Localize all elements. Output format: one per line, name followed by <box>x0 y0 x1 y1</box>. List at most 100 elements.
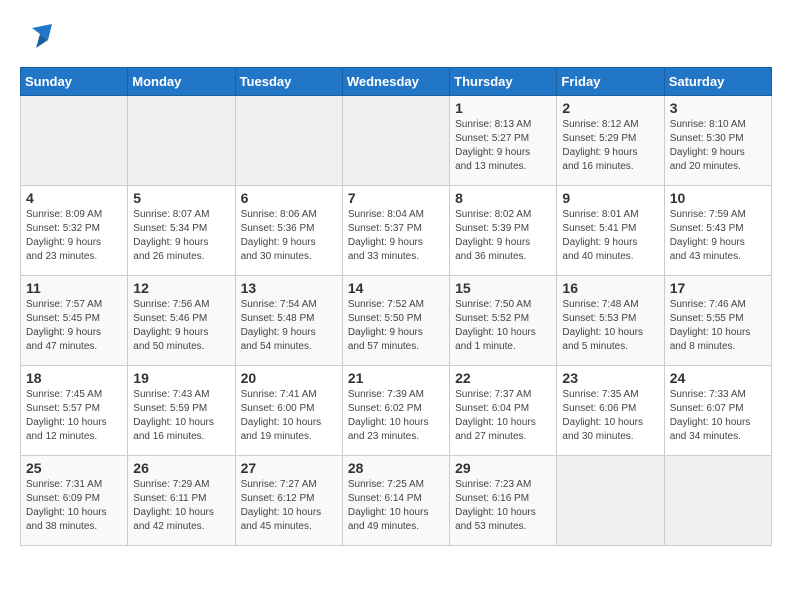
day-number: 2 <box>562 100 658 116</box>
day-info: Sunrise: 7:31 AM Sunset: 6:09 PM Dayligh… <box>26 478 122 534</box>
calendar-cell: 14Sunrise: 7:52 AM Sunset: 5:50 PM Dayli… <box>342 276 449 366</box>
day-number: 29 <box>455 460 551 476</box>
day-number: 13 <box>241 280 337 296</box>
day-number: 7 <box>348 190 444 206</box>
day-number: 20 <box>241 370 337 386</box>
day-number: 23 <box>562 370 658 386</box>
calendar-cell: 4 Sunrise: 8:09 AM Sunset: 5:32 PM Daylig… <box>21 186 128 276</box>
calendar-cell: 13Sunrise: 7:54 AM Sunset: 5:48 PM Dayli… <box>235 276 342 366</box>
day-info: Sunrise: 7:46 AM Sunset: 5:55 PM Dayligh… <box>670 298 766 354</box>
day-info: Sunrise: 8:01 AM Sunset: 5:41 PM Dayligh… <box>562 208 658 264</box>
day-number: 17 <box>670 280 766 296</box>
calendar-cell: 21 Sunrise: 7:39 AM Sunset: 6:02 PM Dayli… <box>342 366 449 456</box>
day-header-sunday: Sunday <box>21 68 128 96</box>
day-info: Sunrise: 7:29 AM Sunset: 6:11 PM Dayligh… <box>133 478 229 534</box>
day-header-thursday: Thursday <box>450 68 557 96</box>
calendar-cell: 11Sunrise: 7:57 AM Sunset: 5:45 PM Dayli… <box>21 276 128 366</box>
day-info: Sunrise: 7:41 AM Sunset: 6:00 PM Dayligh… <box>241 388 337 444</box>
day-number: 28 <box>348 460 444 476</box>
day-number: 22 <box>455 370 551 386</box>
calendar-cell: 29 Sunrise: 7:23 AM Sunset: 6:16 PM Dayli… <box>450 456 557 546</box>
calendar-cell: 10 Sunrise: 7:59 AM Sunset: 5:43 PM Dayli… <box>664 186 771 276</box>
day-info: Sunrise: 7:50 AM Sunset: 5:52 PM Dayligh… <box>455 298 551 354</box>
calendar-cell: 24 Sunrise: 7:33 AM Sunset: 6:07 PM Dayli… <box>664 366 771 456</box>
week-row-5: 25 Sunrise: 7:31 AM Sunset: 6:09 PM Dayli… <box>21 456 772 546</box>
day-number: 6 <box>241 190 337 206</box>
calendar-cell <box>21 96 128 186</box>
day-info: Sunrise: 7:59 AM Sunset: 5:43 PM Dayligh… <box>670 208 766 264</box>
day-header-tuesday: Tuesday <box>235 68 342 96</box>
day-number: 18 <box>26 370 122 386</box>
day-number: 12 <box>133 280 229 296</box>
day-info: Sunrise: 7:56 AM Sunset: 5:46 PM Dayligh… <box>133 298 229 354</box>
calendar-cell <box>235 96 342 186</box>
calendar-cell <box>664 456 771 546</box>
calendar-cell: 19Sunrise: 7:43 AM Sunset: 5:59 PM Dayli… <box>128 366 235 456</box>
day-header-wednesday: Wednesday <box>342 68 449 96</box>
calendar-cell: 26 Sunrise: 7:29 AM Sunset: 6:11 PM Dayli… <box>128 456 235 546</box>
calendar-cell <box>557 456 664 546</box>
day-header-monday: Monday <box>128 68 235 96</box>
week-row-4: 18 Sunrise: 7:45 AM Sunset: 5:57 PM Dayli… <box>21 366 772 456</box>
calendar-cell: 16 Sunrise: 7:48 AM Sunset: 5:53 PM Dayli… <box>557 276 664 366</box>
day-info: Sunrise: 7:27 AM Sunset: 6:12 PM Dayligh… <box>241 478 337 534</box>
day-number: 10 <box>670 190 766 206</box>
day-number: 25 <box>26 460 122 476</box>
logo-icon <box>24 20 56 52</box>
calendar-cell: 18 Sunrise: 7:45 AM Sunset: 5:57 PM Dayli… <box>21 366 128 456</box>
day-number: 26 <box>133 460 229 476</box>
calendar-cell <box>342 96 449 186</box>
day-info: Sunrise: 7:52 AM Sunset: 5:50 PM Dayligh… <box>348 298 444 354</box>
calendar-cell: 15 Sunrise: 7:50 AM Sunset: 5:52 PM Dayli… <box>450 276 557 366</box>
day-number: 3 <box>670 100 766 116</box>
day-info: Sunrise: 8:02 AM Sunset: 5:39 PM Dayligh… <box>455 208 551 264</box>
day-info: Sunrise: 7:25 AM Sunset: 6:14 PM Dayligh… <box>348 478 444 534</box>
day-number: 9 <box>562 190 658 206</box>
calendar-cell: 23 Sunrise: 7:35 AM Sunset: 6:06 PM Dayli… <box>557 366 664 456</box>
calendar-cell: 7 Sunrise: 8:04 AM Sunset: 5:37 PM Daylig… <box>342 186 449 276</box>
day-number: 24 <box>670 370 766 386</box>
calendar-cell: 9 Sunrise: 8:01 AM Sunset: 5:41 PM Daylig… <box>557 186 664 276</box>
day-info: Sunrise: 8:10 AM Sunset: 5:30 PM Dayligh… <box>670 118 766 174</box>
calendar-cell: 6 Sunrise: 8:06 AM Sunset: 5:36 PM Daylig… <box>235 186 342 276</box>
page-header <box>20 20 772 57</box>
week-row-3: 11Sunrise: 7:57 AM Sunset: 5:45 PM Dayli… <box>21 276 772 366</box>
logo <box>20 20 56 57</box>
day-number: 16 <box>562 280 658 296</box>
day-info: Sunrise: 8:12 AM Sunset: 5:29 PM Dayligh… <box>562 118 658 174</box>
day-number: 19 <box>133 370 229 386</box>
day-number: 27 <box>241 460 337 476</box>
day-number: 1 <box>455 100 551 116</box>
calendar-cell <box>128 96 235 186</box>
day-info: Sunrise: 8:09 AM Sunset: 5:32 PM Dayligh… <box>26 208 122 264</box>
week-row-2: 4 Sunrise: 8:09 AM Sunset: 5:32 PM Daylig… <box>21 186 772 276</box>
calendar-cell: 1Sunrise: 8:13 AM Sunset: 5:27 PM Daylig… <box>450 96 557 186</box>
calendar-cell: 25 Sunrise: 7:31 AM Sunset: 6:09 PM Dayli… <box>21 456 128 546</box>
calendar-cell: 3 Sunrise: 8:10 AM Sunset: 5:30 PM Daylig… <box>664 96 771 186</box>
calendar-cell: 27 Sunrise: 7:27 AM Sunset: 6:12 PM Dayli… <box>235 456 342 546</box>
day-info: Sunrise: 7:35 AM Sunset: 6:06 PM Dayligh… <box>562 388 658 444</box>
calendar-cell: 20 Sunrise: 7:41 AM Sunset: 6:00 PM Dayli… <box>235 366 342 456</box>
day-header-saturday: Saturday <box>664 68 771 96</box>
day-info: Sunrise: 7:33 AM Sunset: 6:07 PM Dayligh… <box>670 388 766 444</box>
day-info: Sunrise: 8:06 AM Sunset: 5:36 PM Dayligh… <box>241 208 337 264</box>
week-row-1: 1Sunrise: 8:13 AM Sunset: 5:27 PM Daylig… <box>21 96 772 186</box>
day-info: Sunrise: 7:45 AM Sunset: 5:57 PM Dayligh… <box>26 388 122 444</box>
calendar-cell: 12 Sunrise: 7:56 AM Sunset: 5:46 PM Dayli… <box>128 276 235 366</box>
day-header-friday: Friday <box>557 68 664 96</box>
day-number: 5 <box>133 190 229 206</box>
calendar-cell: 8Sunrise: 8:02 AM Sunset: 5:39 PM Daylig… <box>450 186 557 276</box>
calendar-cell: 17 Sunrise: 7:46 AM Sunset: 5:55 PM Dayli… <box>664 276 771 366</box>
day-info: Sunrise: 7:48 AM Sunset: 5:53 PM Dayligh… <box>562 298 658 354</box>
day-info: Sunrise: 8:04 AM Sunset: 5:37 PM Dayligh… <box>348 208 444 264</box>
calendar-cell: 2 Sunrise: 8:12 AM Sunset: 5:29 PM Daylig… <box>557 96 664 186</box>
day-info: Sunrise: 8:07 AM Sunset: 5:34 PM Dayligh… <box>133 208 229 264</box>
day-info: Sunrise: 7:23 AM Sunset: 6:16 PM Dayligh… <box>455 478 551 534</box>
day-number: 4 <box>26 190 122 206</box>
day-number: 15 <box>455 280 551 296</box>
calendar-header-row: SundayMondayTuesdayWednesdayThursdayFrid… <box>21 68 772 96</box>
logo-text <box>20 20 56 57</box>
day-number: 21 <box>348 370 444 386</box>
calendar-cell: 22Sunrise: 7:37 AM Sunset: 6:04 PM Dayli… <box>450 366 557 456</box>
day-info: Sunrise: 7:39 AM Sunset: 6:02 PM Dayligh… <box>348 388 444 444</box>
